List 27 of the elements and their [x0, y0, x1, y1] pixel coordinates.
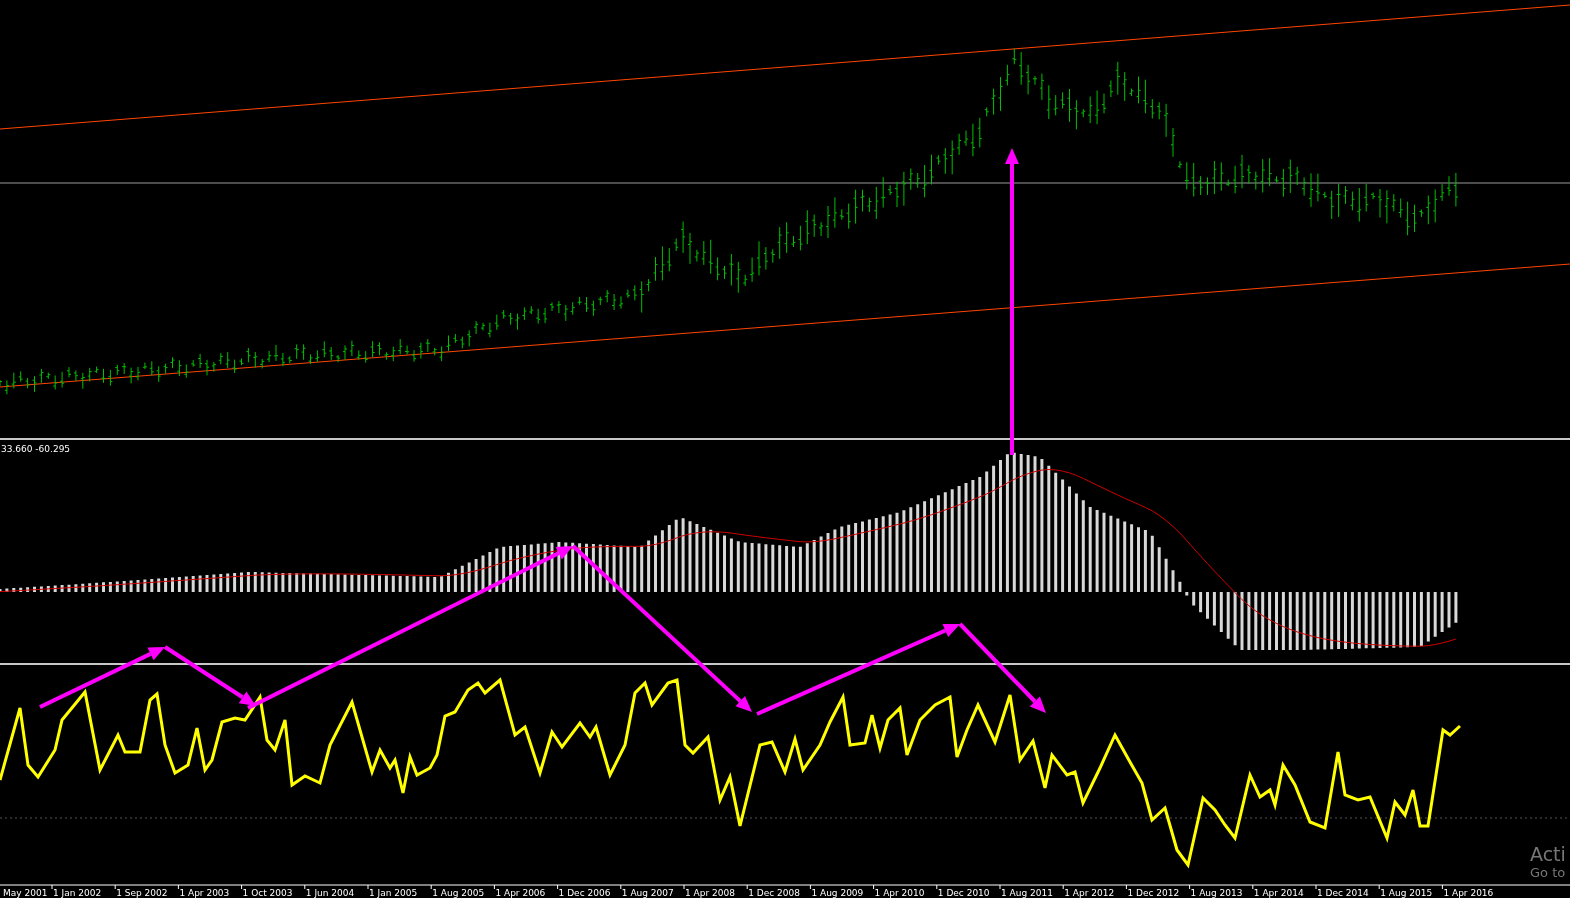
notice-title: Acti	[1530, 843, 1567, 865]
axis-label: 1 Apr 2008	[685, 888, 735, 898]
axis-label: 1 Aug 2007	[621, 888, 674, 898]
axis-label: 1 Jan 2005	[369, 888, 418, 898]
axis-label: 1 Sep 2002	[116, 888, 168, 898]
axis-label: 1 Apr 2016	[1443, 888, 1494, 898]
indicator-values: 33.660 -60.295	[1, 444, 71, 454]
axis-label: 1 Dec 2008	[748, 888, 800, 898]
notice-subtitle: Go to	[1530, 865, 1567, 880]
axis-label: 1 Dec 2012	[1127, 888, 1180, 898]
axis-label: 1 Dec 2014	[1317, 888, 1369, 898]
axis-label: 1 Aug 2011	[1001, 888, 1053, 898]
axis-label: 1 Dec 2010	[937, 888, 990, 898]
axis-label: 1 Aug 2009	[811, 888, 864, 898]
axis-label: 1 Aug 2013	[1190, 888, 1243, 898]
axis-label: 1 Apr 2012	[1064, 888, 1115, 898]
axis-label: 1 Apr 2003	[179, 888, 230, 898]
axis-label: 1 Oct 2003	[242, 888, 293, 898]
axis-label: 1 Aug 2015	[1380, 888, 1433, 898]
axis-label: May 2001	[3, 888, 48, 898]
axis-label: 1 Dec 2006	[558, 888, 611, 898]
axis-label: 1 Apr 2006	[495, 888, 546, 898]
axis-label: 1 Aug 2005	[432, 888, 485, 898]
axis-label: 1 Apr 2010	[874, 888, 925, 898]
axis-label: 1 Jun 2004	[305, 888, 355, 898]
axis-label: 1 Apr 2014	[1253, 888, 1304, 898]
axis-label: 1 Jan 2002	[53, 888, 102, 898]
